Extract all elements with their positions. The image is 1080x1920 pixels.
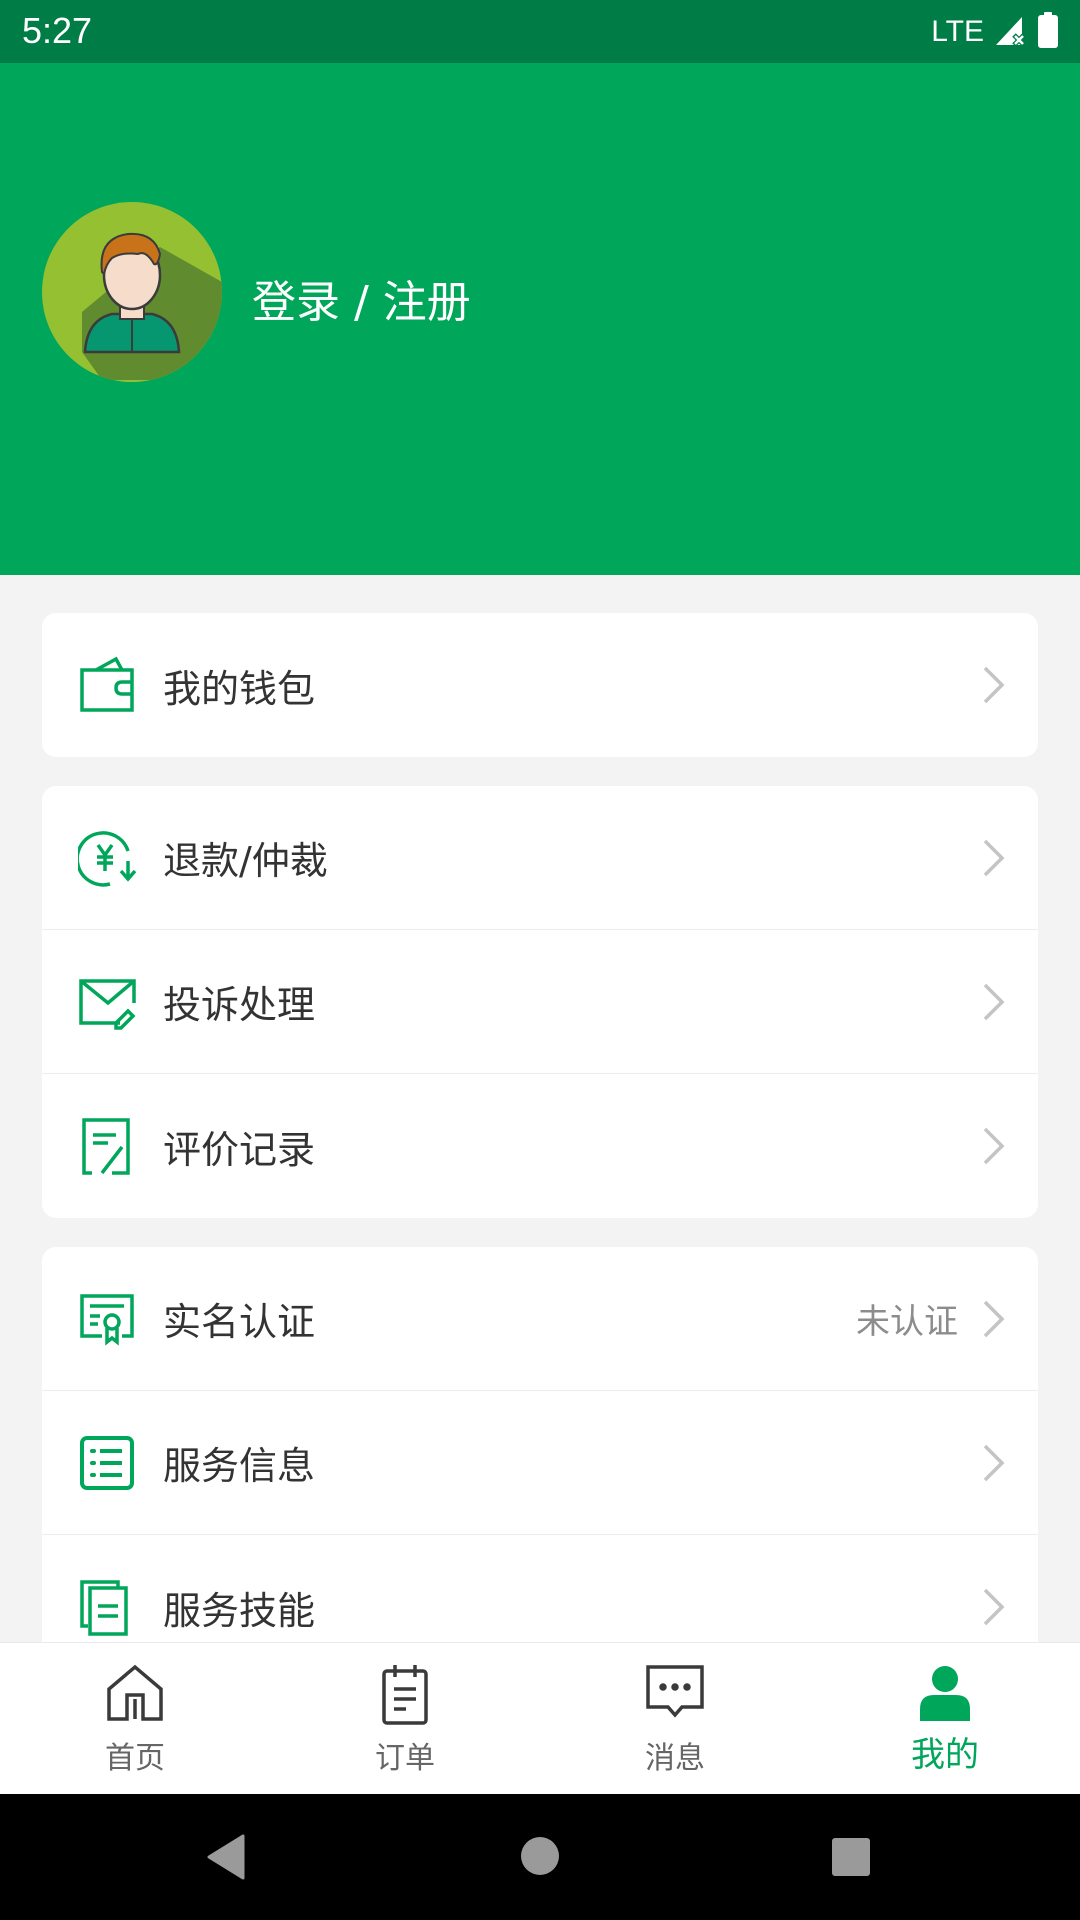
menu-item-refund[interactable]: 退款/仲裁 bbox=[42, 786, 1038, 930]
battery-icon bbox=[1038, 12, 1058, 52]
menu-item-service-skills[interactable]: 服务技能 bbox=[42, 1535, 1038, 1642]
chevron-right-icon bbox=[982, 1299, 1006, 1339]
menu-item-label: 评价记录 bbox=[163, 1127, 316, 1172]
review-record-icon bbox=[78, 1117, 136, 1175]
tab-orders[interactable]: 订单 bbox=[270, 1643, 540, 1794]
menu-group-account: 实名认证 未认证 服务信息 服务技能 bbox=[42, 1247, 1038, 1642]
profile-header: 登录 / 注册 bbox=[0, 63, 1080, 575]
chevron-right-icon bbox=[982, 1587, 1006, 1627]
menu-item-label: 我的钱包 bbox=[163, 666, 316, 711]
menu-item-label: 退款/仲裁 bbox=[163, 839, 328, 883]
list-icon bbox=[78, 1434, 136, 1492]
user-avatar-icon[interactable] bbox=[42, 202, 222, 382]
menu-item-service-info[interactable]: 服务信息 bbox=[42, 1391, 1038, 1535]
wallet-icon bbox=[78, 656, 136, 714]
order-icon bbox=[374, 1663, 436, 1725]
menu-item-real-name[interactable]: 实名认证 未认证 bbox=[42, 1247, 1038, 1391]
certificate-icon bbox=[78, 1290, 136, 1348]
status-time: 5:27 bbox=[22, 10, 93, 51]
menu-item-label: 服务技能 bbox=[163, 1588, 316, 1633]
profile-icon bbox=[914, 1663, 976, 1725]
chevron-right-icon bbox=[982, 982, 1006, 1022]
system-navigation-bar bbox=[0, 1794, 1080, 1920]
menu-item-label: 实名认证 bbox=[163, 1300, 316, 1344]
tab-label: 消息 bbox=[645, 1741, 705, 1776]
refund-icon bbox=[75, 829, 137, 887]
back-icon[interactable] bbox=[205, 1834, 247, 1884]
chevron-right-icon bbox=[982, 665, 1006, 705]
bottom-tab-bar: 首页 订单 消息 我的 bbox=[0, 1642, 1080, 1794]
tab-label: 首页 bbox=[105, 1741, 165, 1776]
complaint-mail-icon bbox=[78, 973, 136, 1031]
tab-messages[interactable]: 消息 bbox=[540, 1643, 810, 1794]
login-register-link[interactable]: 登录 / 注册 bbox=[252, 266, 471, 330]
chevron-right-icon bbox=[982, 1443, 1006, 1483]
menu-item-review[interactable]: 评价记录 bbox=[42, 1074, 1038, 1218]
network-type: LTE bbox=[931, 15, 984, 48]
tab-label: 订单 bbox=[375, 1741, 435, 1776]
menu-group-service: 退款/仲裁 投诉处理 评价记录 bbox=[42, 786, 1038, 1218]
home-icon bbox=[104, 1663, 166, 1725]
tab-mine[interactable]: 我的 bbox=[810, 1643, 1080, 1794]
tab-label: 我的 bbox=[911, 1735, 979, 1775]
menu-item-complaint[interactable]: 投诉处理 bbox=[42, 930, 1038, 1074]
menu-group-wallet: 我的钱包 bbox=[42, 613, 1038, 757]
recents-icon[interactable] bbox=[831, 1837, 871, 1881]
chevron-right-icon bbox=[982, 838, 1006, 878]
signal-icon bbox=[994, 13, 1028, 51]
menu-item-label: 投诉处理 bbox=[163, 983, 316, 1027]
documents-icon bbox=[78, 1578, 136, 1636]
status-bar: 5:27 LTE bbox=[0, 0, 1080, 63]
verification-status: 未认证 bbox=[856, 1302, 958, 1342]
menu-item-wallet[interactable]: 我的钱包 bbox=[42, 613, 1038, 757]
status-icons: LTE bbox=[931, 12, 1058, 52]
message-icon bbox=[644, 1663, 706, 1725]
menu-item-label: 服务信息 bbox=[163, 1444, 316, 1488]
tab-home[interactable]: 首页 bbox=[0, 1643, 270, 1794]
home-button-icon[interactable] bbox=[520, 1836, 560, 1880]
chevron-right-icon bbox=[982, 1126, 1006, 1166]
